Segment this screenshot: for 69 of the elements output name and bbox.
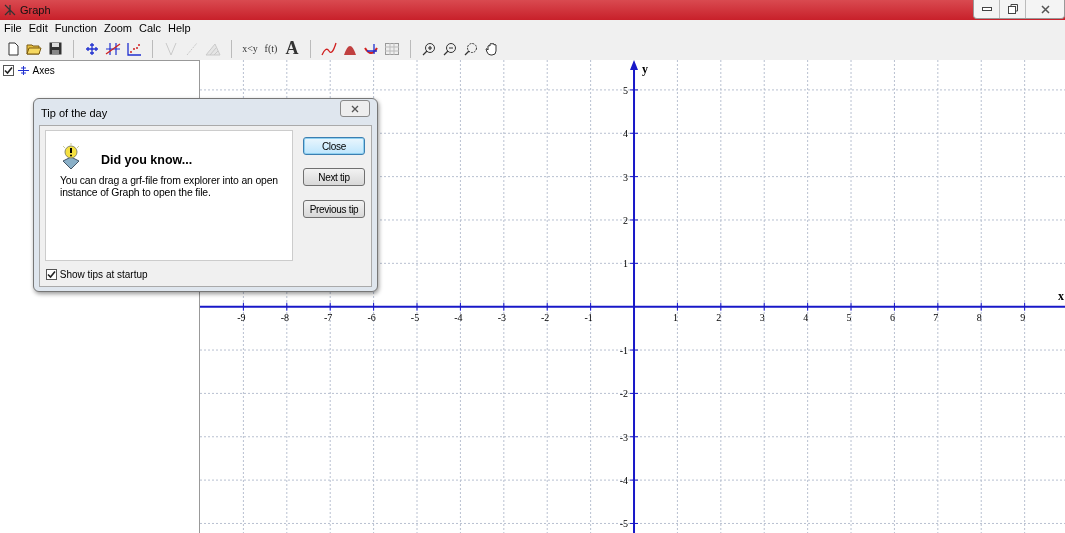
tick-label: 1 (623, 258, 628, 270)
tick-label: 2 (716, 311, 722, 323)
tick-label: 9 (1020, 311, 1026, 323)
tick-label: -1 (584, 311, 593, 323)
menu-item[interactable]: Calc (139, 20, 162, 37)
tick-label: 3 (623, 171, 628, 183)
tick-label: 5 (846, 311, 852, 323)
tick-label: 3 (759, 311, 765, 323)
tick-label: 5 (623, 84, 628, 96)
toolbar-button[interactable]: f(t) (262, 38, 280, 59)
axes-icon (16, 65, 30, 76)
checkbox[interactable] (46, 269, 57, 280)
axis-label: x (1058, 288, 1064, 303)
dialog-button[interactable]: Close (303, 137, 365, 155)
close-icon (1040, 4, 1050, 14)
tree-item[interactable]: Axes (32, 63, 55, 78)
axis-label: y (642, 62, 648, 76)
window-title: Graph (20, 2, 51, 18)
save-icon[interactable] (48, 42, 62, 55)
dialog-title: Tip of the day (41, 106, 108, 121)
tick-label: 1 (672, 311, 678, 323)
restore-icon (1007, 4, 1018, 14)
zoom-window-icon[interactable] (464, 41, 478, 56)
menu-item[interactable]: Function (54, 20, 97, 37)
lightbulb-icon (60, 143, 82, 171)
menu-item[interactable]: Zoom (103, 20, 133, 37)
dialog-button[interactable]: Next tip (303, 168, 365, 186)
toolbar-button[interactable]: x<y (241, 38, 259, 59)
checkbox-label: Show tips at startup (59, 268, 148, 282)
tick-label: -2 (619, 388, 628, 400)
tick-label: -3 (619, 431, 628, 443)
axes-icon[interactable] (85, 41, 99, 56)
zoom-in-icon[interactable] (422, 41, 436, 56)
scatter-icon[interactable] (126, 41, 142, 56)
app-icon (3, 3, 17, 17)
tick-label: -5 (619, 518, 628, 530)
open-folder-icon[interactable] (26, 42, 42, 55)
tick-label: 6 (889, 311, 895, 323)
tick-label: 4 (803, 311, 809, 323)
tick-label: -9 (237, 311, 246, 323)
tick-label: -1 (619, 345, 628, 357)
tick-label: 2 (623, 215, 628, 226)
dialog-button[interactable]: Previous tip (303, 200, 365, 218)
toolbar-button[interactable]: A (283, 38, 301, 59)
checkbox[interactable] (3, 65, 14, 76)
tick-label: -8 (280, 311, 289, 323)
tip-heading: Did you know... (101, 152, 193, 169)
tip-text: You can drag a grf-file from explorer into an open instance of Graph to open the file. (60, 175, 279, 200)
tick-label: 7 (933, 311, 939, 323)
tick-label: -4 (454, 311, 463, 323)
tick-label: -7 (324, 311, 333, 323)
close-button[interactable] (340, 100, 370, 117)
close-icon (351, 104, 359, 113)
minimize-icon (981, 7, 992, 11)
tick-label: -3 (497, 311, 506, 323)
bowl-icon[interactable] (363, 41, 379, 56)
tick-label: -6 (367, 311, 376, 323)
tick-label: -4 (619, 475, 628, 487)
zoom-out-icon[interactable] (443, 41, 457, 56)
menu-item[interactable]: File (4, 20, 22, 37)
tick-label: -5 (410, 311, 420, 323)
menu-item[interactable]: Help (168, 20, 191, 37)
new-file-icon[interactable] (7, 41, 19, 56)
tick-label: 4 (623, 128, 628, 140)
menu-item[interactable]: Edit (28, 20, 48, 37)
curve-icon[interactable] (321, 41, 337, 56)
tick-label: -2 (541, 311, 550, 323)
function-icon[interactable] (105, 41, 121, 56)
tick-label: 8 (976, 311, 982, 323)
